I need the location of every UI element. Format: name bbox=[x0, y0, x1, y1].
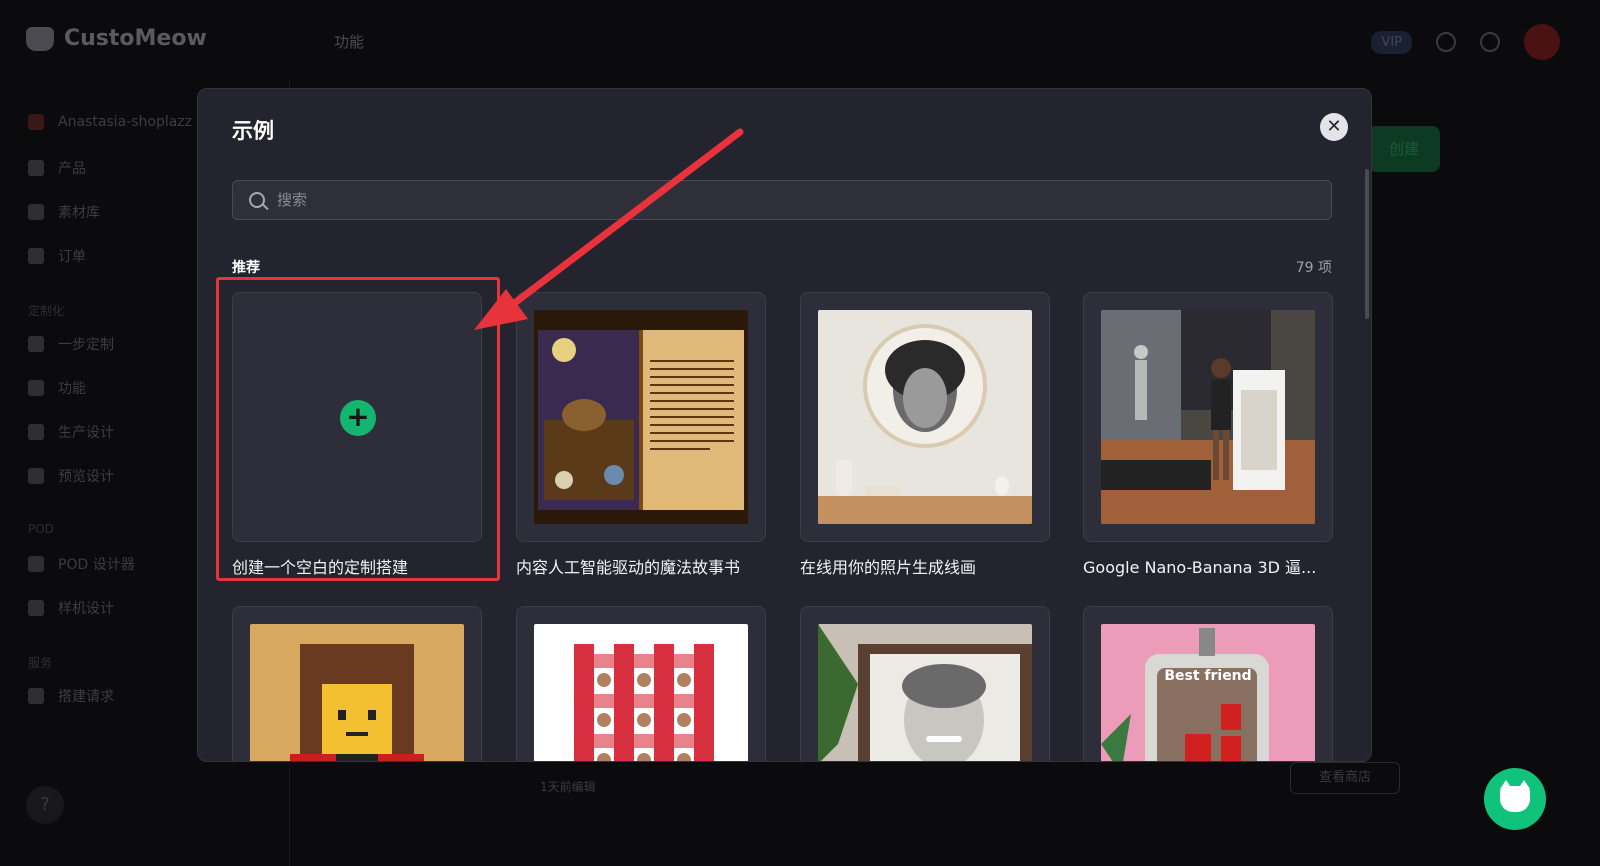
sidebar-item-library[interactable]: 素材库 bbox=[28, 202, 100, 222]
sidebar-item-mockup[interactable]: 样机设计 bbox=[28, 598, 114, 618]
cat-logo-icon bbox=[26, 26, 54, 51]
chat-support-button[interactable] bbox=[1484, 768, 1546, 830]
background-shop-button: 查看商店 bbox=[1290, 762, 1400, 794]
sidebar-item-label: 一步定制 bbox=[58, 337, 114, 353]
preview-icon bbox=[28, 468, 44, 484]
top-right-actions: VIP bbox=[1371, 24, 1560, 60]
best-friend-text: Best friend bbox=[1164, 668, 1252, 684]
card-storybook[interactable] bbox=[516, 292, 766, 542]
modal-scrollbar[interactable] bbox=[1365, 169, 1369, 319]
sidebar-item-production[interactable]: 生产设计 bbox=[28, 422, 114, 442]
sidebar-item-label: POD 设计器 bbox=[58, 557, 135, 573]
annotation-highlight-box bbox=[216, 277, 500, 581]
card-string-art[interactable] bbox=[800, 292, 1050, 542]
card-title: Google Nano-Banana 3D 逼... bbox=[1083, 558, 1317, 577]
search-field[interactable] bbox=[232, 180, 1332, 220]
cat-chat-icon bbox=[1500, 780, 1530, 812]
modal-title: 示例 bbox=[232, 119, 274, 143]
vip-badge[interactable]: VIP bbox=[1371, 30, 1412, 54]
background-row-time: 1天前编辑 bbox=[540, 780, 596, 794]
sidebar-item-features[interactable]: 功能 bbox=[28, 378, 86, 398]
sidebar-item-orders[interactable]: 订单 bbox=[28, 246, 86, 266]
card-face-blanket[interactable] bbox=[516, 606, 766, 761]
palette-icon bbox=[28, 424, 44, 440]
sidebar-item-label: 生产设计 bbox=[58, 425, 114, 441]
item-count: 79 项 bbox=[1295, 260, 1332, 276]
background-row: 1天前编辑 bbox=[440, 760, 1400, 800]
sidebar-section-pod: POD bbox=[28, 522, 54, 536]
search-icon bbox=[249, 192, 265, 208]
card-pencil-portrait[interactable] bbox=[800, 606, 1050, 761]
library-icon bbox=[28, 204, 44, 220]
app-background: CustoMeow 功能 VIP Anastasia-shoplazz 产品 素… bbox=[0, 0, 1600, 866]
storybook-thumbnail bbox=[534, 310, 748, 524]
bell-icon[interactable] bbox=[1436, 32, 1456, 52]
shirt-icon bbox=[28, 600, 44, 616]
face-blanket-thumbnail bbox=[534, 624, 748, 761]
request-icon bbox=[28, 688, 44, 704]
help-button[interactable]: ? bbox=[26, 786, 64, 824]
card-title: 在线用你的照片生成线画 bbox=[800, 558, 977, 577]
document-icon bbox=[28, 248, 44, 264]
globe-icon[interactable] bbox=[1480, 32, 1500, 52]
puzzle-icon bbox=[28, 380, 44, 396]
brand-name: CustoMeow bbox=[64, 26, 207, 51]
wand-icon bbox=[28, 336, 44, 352]
sidebar-store-label: Anastasia-shoplazz bbox=[58, 114, 192, 130]
search-input[interactable] bbox=[277, 191, 1331, 209]
sidebar-item-products[interactable]: 产品 bbox=[28, 158, 86, 178]
sidebar-item-one-step[interactable]: 一步定制 bbox=[28, 334, 114, 354]
card-figurine[interactable] bbox=[1083, 292, 1333, 542]
pod-icon bbox=[28, 556, 44, 572]
string-art-thumbnail bbox=[818, 310, 1032, 524]
sidebar-section-service: 服务 bbox=[28, 656, 53, 670]
sidebar-item-label: 样机设计 bbox=[58, 601, 114, 617]
figurine-thumbnail bbox=[1101, 310, 1315, 524]
card-brick-portrait[interactable] bbox=[232, 606, 482, 761]
sidebar-item-label: 产品 bbox=[58, 161, 86, 177]
sidebar-item-build-request[interactable]: 搭建请求 bbox=[28, 686, 114, 706]
pencil-portrait-thumbnail bbox=[818, 624, 1032, 761]
avatar[interactable] bbox=[1524, 24, 1560, 60]
sidebar-item-label: 搭建请求 bbox=[58, 689, 114, 705]
section-label-recommended: 推荐 bbox=[232, 260, 260, 276]
sidebar-item-label: 素材库 bbox=[58, 205, 100, 221]
background-create-button: 创建 bbox=[1368, 126, 1440, 172]
sidebar-item-pod-designer[interactable]: POD 设计器 bbox=[28, 554, 135, 574]
card-title: 内容人工智能驱动的魔法故事书 bbox=[516, 558, 741, 577]
sidebar-store[interactable]: Anastasia-shoplazz bbox=[28, 114, 192, 130]
brand-logo[interactable]: CustoMeow bbox=[26, 26, 207, 51]
card-best-friend-tag[interactable]: Best friend bbox=[1083, 606, 1333, 761]
sidebar-item-label: 功能 bbox=[58, 381, 86, 397]
sidebar-section-custom: 定制化 bbox=[28, 304, 65, 318]
tag-icon bbox=[28, 160, 44, 176]
store-icon bbox=[28, 114, 44, 130]
sidebar-item-preview[interactable]: 预览设计 bbox=[28, 466, 114, 486]
top-bar: CustoMeow 功能 VIP bbox=[0, 0, 1600, 80]
best-friend-tag-thumbnail: Best friend bbox=[1101, 624, 1315, 761]
sidebar-item-label: 预览设计 bbox=[58, 469, 114, 485]
brick-portrait-thumbnail bbox=[250, 624, 464, 761]
close-icon[interactable]: ✕ bbox=[1320, 113, 1348, 141]
sidebar-item-label: 订单 bbox=[58, 249, 86, 265]
top-nav-features[interactable]: 功能 bbox=[334, 31, 364, 52]
